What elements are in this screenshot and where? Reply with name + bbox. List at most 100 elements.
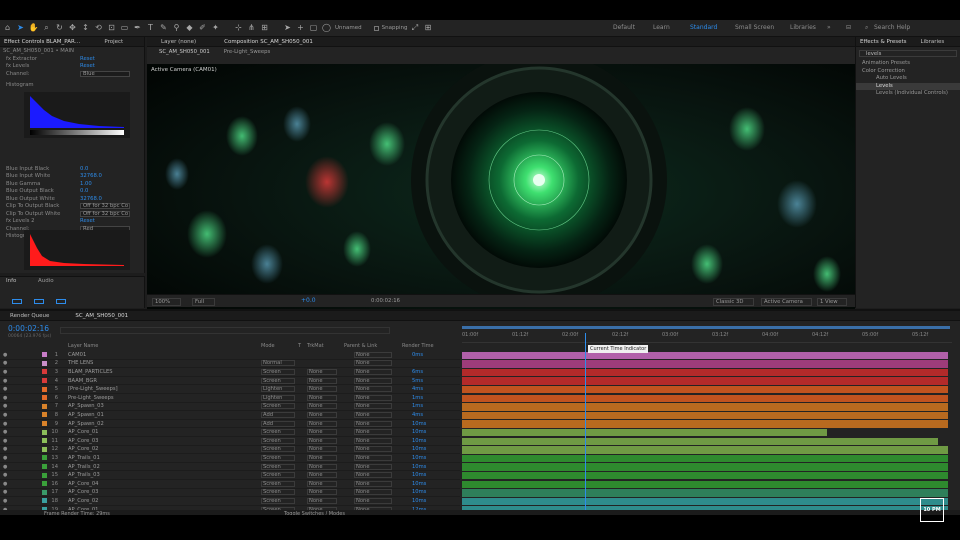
layer-color-label[interactable] [42,412,47,418]
layer-color-label[interactable] [42,498,47,504]
effect-row[interactable]: Histogram [0,81,145,89]
tab-effect-controls[interactable]: Effect Controls BLAM_PAR… [0,39,84,45]
effect-row[interactable]: fx Levels Reset [0,63,145,71]
layer-row[interactable]: ● 14 AP_Trails_02 Screen None None 10ms [0,463,460,472]
layer-row[interactable]: ● 8 AP_Spawn_01 Add None None 4ms [0,411,460,420]
effects-preset-item[interactable]: Auto Levels [856,75,960,83]
layer-row[interactable]: ● 2 THE LENS Normal None [0,360,460,369]
3d-scale-icon[interactable]: ▢ [308,23,319,34]
layer-name[interactable]: AP_Core_02 [68,498,98,504]
effects-preset-item[interactable]: Animation Presets [856,60,960,68]
effect-row[interactable]: Clip To Output Black Off for 32 bpc Co [0,203,145,211]
layer-name[interactable]: Pre-Light_Sweeps [68,395,114,401]
blend-mode-dropdown[interactable]: Screen [261,497,295,504]
blend-mode-dropdown[interactable]: Add [261,420,295,427]
track-matte-dropdown[interactable]: None [307,394,337,401]
parent-dropdown[interactable]: None [354,480,392,487]
visibility-eye-icon[interactable]: ● [3,403,7,409]
effect-row-value[interactable]: 32768.0 [80,173,102,179]
col-parent[interactable]: Parent & Link [344,343,377,349]
parent-dropdown[interactable]: None [354,429,392,436]
layer-duration-bar[interactable] [462,489,948,497]
track-matte-dropdown[interactable]: None [307,463,337,470]
layer-name[interactable]: AP_Spawn_02 [68,421,104,427]
track-matte-dropdown[interactable]: None [307,480,337,487]
parent-dropdown[interactable]: None [354,386,392,393]
snap-options-icon[interactable]: ⊞ [422,23,433,34]
clone-stamp-icon[interactable]: ⚲ [171,23,182,34]
blend-mode-dropdown[interactable]: Screen [261,437,295,444]
effects-preset-item[interactable]: Levels [856,82,960,90]
track-xy-camera-icon[interactable]: ✥ [67,23,78,34]
visibility-eye-icon[interactable]: ● [3,472,7,478]
visibility-eye-icon[interactable]: ● [3,395,7,401]
view-axis-icon[interactable]: ⊞ [259,23,270,34]
tab-audio[interactable]: Audio [38,278,54,284]
blend-mode-dropdown[interactable]: Screen [261,480,295,487]
roto-brush-icon[interactable]: ✐ [197,23,208,34]
subtab-main-comp[interactable]: SC_AM_SH050_001 [159,49,210,55]
track-matte-dropdown[interactable]: None [307,420,337,427]
layer-row[interactable]: ● 6 Pre-Light_Sweeps Lighten None None 1ms [0,394,460,403]
layer-duration-bar[interactable] [462,428,827,437]
effects-preset-item[interactable]: Color Correction [856,68,960,76]
parent-dropdown[interactable]: None [354,377,392,384]
visibility-eye-icon[interactable]: ● [3,498,7,504]
snap-icon[interactable]: ⤢ [409,23,420,34]
resolution-dropdown[interactable]: Full [192,298,216,306]
parent-dropdown[interactable]: None [354,360,392,367]
layer-row[interactable]: ● 18 AP_Core_02 Screen None None 10ms [0,497,460,506]
track-matte-dropdown[interactable]: None [307,454,337,461]
layer-row[interactable]: ● 15 AP_Trails_03 Screen None None 10ms [0,471,460,480]
layer-duration-bar[interactable] [462,394,948,403]
brush-tool-icon[interactable]: ✎ [158,23,169,34]
layer-duration-bar[interactable] [462,497,948,506]
composition-canvas[interactable]: Active Camera (CAM01) [147,64,855,320]
layer-color-label[interactable] [42,421,47,427]
search-help-input[interactable]: Search Help [874,24,910,31]
layer-name[interactable]: AP_Core_03 [68,438,98,444]
tab-layer[interactable]: Layer (none) [157,39,200,45]
col-mode[interactable]: Mode [261,343,275,349]
tab-render-queue[interactable]: Render Queue [6,313,53,319]
workspace-libraries[interactable]: Libraries [790,24,816,31]
layer-row[interactable]: ● 16 AP_Core_04 Screen None None 10ms [0,480,460,489]
col-trkmat[interactable]: TrkMat [307,343,324,349]
parent-dropdown[interactable]: None [354,489,392,496]
viewer-timecode[interactable]: 0:00:02:16 [371,298,400,304]
layer-duration-bar[interactable] [462,411,948,420]
layer-color-label[interactable] [42,369,47,375]
visibility-eye-icon[interactable]: ● [3,386,7,392]
blend-mode-dropdown[interactable]: Screen [261,472,295,479]
effect-row[interactable]: Channel: Blue [0,70,145,78]
layer-color-label[interactable] [42,464,47,470]
workspace-learn[interactable]: Learn [653,24,670,31]
track-matte-dropdown[interactable]: None [307,429,337,436]
layer-duration-bar[interactable] [462,437,939,446]
effects-preset-item[interactable]: Levels (Individual Controls) [856,90,960,98]
layer-name[interactable]: AP_Core_02 [68,446,98,452]
parent-dropdown[interactable]: None [354,411,392,418]
layer-row[interactable]: ● 4 BAAM_BGR Screen None None 5ms [0,377,460,386]
layer-color-label[interactable] [42,395,47,401]
effect-row-dropdown[interactable]: Blue [80,70,130,77]
parent-dropdown[interactable]: None [354,472,392,479]
parent-dropdown[interactable]: None [354,420,392,427]
layer-name[interactable]: AP_Trails_02 [68,464,100,470]
visibility-eye-icon[interactable]: ● [3,438,7,444]
track-matte-dropdown[interactable]: None [307,437,337,444]
effect-row-value[interactable]: 0.0 [80,166,88,172]
3d-move-icon[interactable]: + [295,23,306,34]
layer-color-label[interactable] [42,446,47,452]
visibility-eye-icon[interactable]: ● [3,429,7,435]
layer-duration-bar[interactable] [462,368,948,377]
effects-search-input[interactable]: levels [859,50,957,57]
layer-duration-bar[interactable] [462,360,948,368]
parent-dropdown[interactable]: None [354,403,392,410]
hand-tool-icon[interactable]: ✋ [28,23,39,34]
layer-name[interactable]: AP_Trails_03 [68,472,100,478]
layer-name[interactable]: AP_Core_01 [68,429,98,435]
effect-row[interactable]: Clip To Output White Off for 32 bpc Co [0,210,145,218]
current-time-indicator[interactable] [585,333,586,513]
tab-timeline-comp[interactable]: SC_AM_SH050_001 [71,313,132,319]
